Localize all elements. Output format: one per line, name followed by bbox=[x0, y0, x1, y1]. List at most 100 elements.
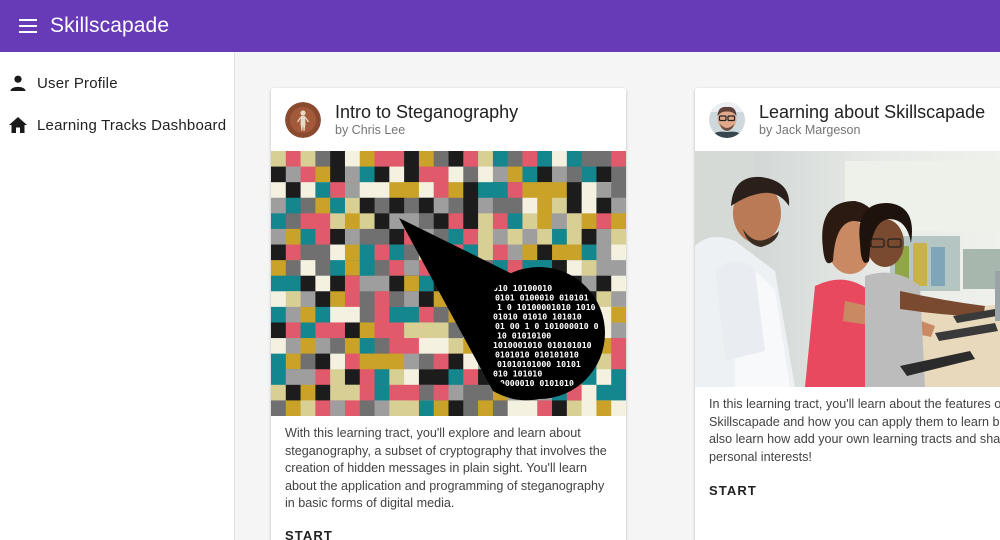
mosaic-tile bbox=[566, 197, 583, 214]
mosaic-tile bbox=[344, 338, 361, 355]
mosaic-tile bbox=[537, 182, 553, 199]
mosaic-tile bbox=[552, 166, 568, 183]
mosaic-tile bbox=[300, 306, 316, 323]
avatar bbox=[285, 102, 321, 138]
card-media bbox=[695, 151, 1000, 387]
mosaic-tile bbox=[418, 182, 435, 199]
mosaic-tile bbox=[418, 197, 435, 214]
mosaic-tile bbox=[463, 166, 479, 183]
mosaic-tile bbox=[478, 228, 494, 246]
mosaic-tile bbox=[611, 213, 626, 230]
mosaic-tile bbox=[463, 197, 479, 214]
mosaic-tile bbox=[611, 151, 626, 168]
mosaic-tile bbox=[271, 151, 287, 168]
mosaic-tile bbox=[315, 213, 331, 230]
mosaic-tile bbox=[344, 151, 361, 168]
mosaic-tile bbox=[596, 228, 612, 246]
mosaic-tile bbox=[492, 197, 509, 214]
mosaic-tile bbox=[418, 306, 435, 323]
mosaic-tile bbox=[330, 291, 346, 308]
mosaic-tile bbox=[611, 197, 626, 214]
mosaic-tile bbox=[271, 275, 287, 292]
mosaic-tile bbox=[611, 369, 626, 386]
card-author: by Jack Margeson bbox=[759, 123, 861, 137]
mosaic-tile bbox=[300, 275, 316, 292]
mosaic-tile bbox=[300, 151, 316, 168]
card-title: Learning about Skillscapade bbox=[759, 102, 986, 122]
mosaic-tile bbox=[611, 228, 626, 246]
mosaic-tile bbox=[463, 151, 479, 168]
mosaic-tile bbox=[271, 338, 287, 355]
mosaic-tile bbox=[359, 322, 376, 339]
mosaic-tile bbox=[389, 151, 405, 168]
mosaic-tile bbox=[285, 260, 302, 277]
nav-item-label: Learning Tracks Dashboard bbox=[37, 116, 227, 134]
mosaic-tile bbox=[359, 369, 376, 386]
mosaic-tile bbox=[433, 213, 449, 230]
mosaic-tile bbox=[344, 306, 361, 323]
binary-line: 01 00 1 0 101000010 0 bbox=[495, 321, 599, 331]
app-title: Skillscapade bbox=[50, 14, 170, 37]
mosaic-tile bbox=[359, 306, 376, 323]
binary-line: 01010 01010 101010 bbox=[493, 312, 582, 322]
mosaic-tile bbox=[271, 166, 287, 183]
mosaic-tile bbox=[581, 260, 597, 277]
mosaic-tile bbox=[611, 182, 626, 199]
card-author: by Chris Lee bbox=[335, 123, 406, 137]
binary-line: 010 10100010 bbox=[493, 283, 552, 293]
mosaic-tile bbox=[344, 260, 361, 277]
mosaic-tile bbox=[330, 338, 346, 355]
steganography-image: 010 101000100101 0100010 0101011 0 10100… bbox=[271, 151, 626, 416]
mosaic-tile bbox=[359, 151, 376, 168]
nav-item-user-profile[interactable]: User Profile bbox=[0, 63, 235, 103]
mosaic-tile bbox=[271, 322, 287, 339]
mosaic-tile bbox=[448, 369, 464, 386]
binary-line: 01010101000 10101 bbox=[497, 359, 581, 369]
mosaic-tile bbox=[596, 166, 612, 183]
mosaic-tile bbox=[566, 260, 583, 277]
mosaic-tile bbox=[330, 306, 346, 323]
mosaic-tile bbox=[478, 213, 494, 230]
mosaic-tile bbox=[537, 213, 553, 230]
mosaic-tile bbox=[271, 306, 287, 323]
mosaic-tile bbox=[344, 182, 361, 199]
mosaic-tile bbox=[537, 197, 553, 214]
nav-item-label: User Profile bbox=[37, 74, 118, 92]
mosaic-tile bbox=[359, 244, 376, 261]
mosaic-tile bbox=[271, 244, 287, 261]
mosaic-tile bbox=[330, 244, 346, 261]
mosaic-tile bbox=[330, 151, 346, 168]
mosaic-tile bbox=[285, 306, 302, 323]
binary-line: 1 0 10100001010 1010 bbox=[497, 302, 596, 312]
mosaic-tile bbox=[359, 338, 376, 355]
mosaic-tile bbox=[611, 384, 626, 401]
mosaic-tile bbox=[537, 151, 553, 168]
start-button[interactable]: START bbox=[285, 528, 333, 540]
mosaic-tile bbox=[463, 384, 479, 401]
mosaic-tile bbox=[315, 228, 331, 246]
mosaic-tile bbox=[492, 244, 509, 261]
mosaic-tile bbox=[389, 260, 405, 277]
mosaic-tile bbox=[300, 291, 316, 308]
mosaic-tile bbox=[315, 369, 331, 386]
mosaic-tile bbox=[330, 353, 346, 370]
mosaic-tile bbox=[374, 338, 390, 355]
start-button[interactable]: START bbox=[709, 483, 757, 498]
mosaic-tile bbox=[522, 166, 538, 183]
binary-line: 010 101010 bbox=[493, 369, 542, 379]
mosaic-tile bbox=[359, 182, 376, 199]
menu-icon[interactable] bbox=[14, 12, 42, 40]
mosaic-tile bbox=[300, 244, 316, 261]
mosaic-tile bbox=[344, 400, 361, 416]
mosaic-tile bbox=[271, 353, 287, 370]
mosaic-tile bbox=[344, 213, 361, 230]
nav-item-learning-tracks[interactable]: Learning Tracks Dashboard bbox=[0, 105, 235, 145]
mosaic-tile bbox=[359, 197, 376, 214]
mosaic-tile bbox=[492, 151, 509, 168]
mosaic-tile bbox=[566, 213, 583, 230]
mosaic-tile bbox=[359, 275, 376, 292]
mosaic-tile bbox=[418, 369, 435, 386]
mosaic-tile bbox=[344, 322, 361, 339]
mosaic-tile bbox=[537, 400, 553, 416]
card-header: Intro to Steganography by Chris Lee bbox=[271, 88, 626, 151]
